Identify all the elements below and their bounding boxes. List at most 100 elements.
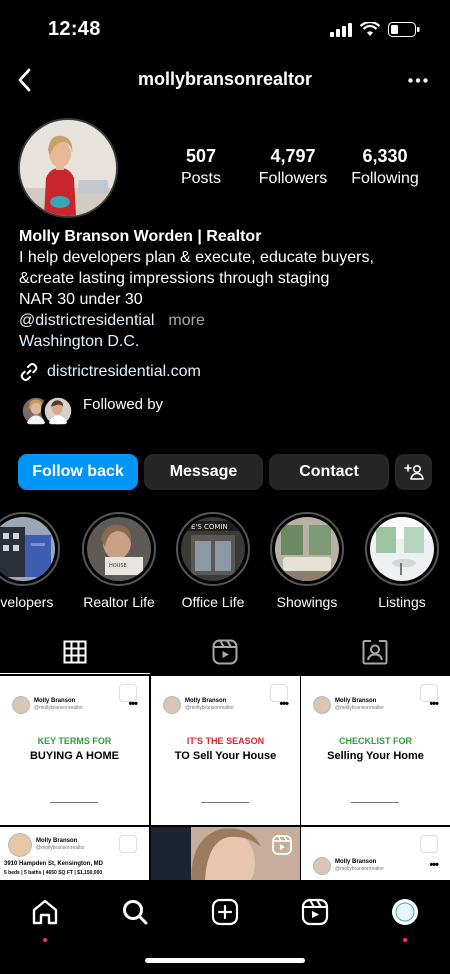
post-author: Molly Branson @mollybransonrealtor [12, 696, 83, 714]
profile-photo [20, 120, 116, 216]
nav-home[interactable] [25, 892, 65, 942]
suggested-users-button[interactable] [395, 454, 432, 490]
post-author-name: Molly Branson [335, 698, 377, 704]
bio-line: I help developers plan & execute, educat… [19, 249, 374, 266]
post-author-avatar [12, 696, 30, 714]
status-time: 12:48 [48, 18, 101, 40]
profile-avatar[interactable] [18, 118, 118, 218]
post-author-handle: @mollybransonrealtor [36, 845, 85, 851]
followers-label: Followers [258, 170, 328, 187]
wifi-icon [360, 22, 380, 36]
follow-back-button[interactable]: Follow back [18, 454, 138, 490]
post-author-handle: @mollybransonrealtor [335, 866, 384, 872]
stat-followers[interactable]: 4,797 Followers [254, 146, 332, 188]
link-icon [20, 362, 38, 382]
notification-dot [403, 938, 407, 942]
post-kicker: CHECKLIST FOR [339, 736, 412, 746]
bio-line: NAR 30 under 30 [19, 291, 143, 308]
post-author-avatar [163, 696, 181, 714]
more-options-button[interactable] [406, 70, 430, 90]
highlight-developers[interactable]: evelopers [0, 512, 60, 610]
multi-post-icon [420, 835, 438, 853]
followers-count: 4,797 [270, 146, 316, 166]
followed-by[interactable]: Followed by [19, 394, 163, 428]
bio-location[interactable]: Washington D.C. [19, 331, 439, 352]
profile-header: mollybransonrealtor [0, 60, 450, 100]
post-divider [201, 802, 249, 803]
post-author-name: Molly Branson [34, 698, 76, 704]
grid-post-reel[interactable] [151, 827, 300, 881]
post-author: Molly Branson @mollybransonrealtor [313, 696, 384, 714]
follower-avatar [41, 394, 75, 428]
highlight-label: Realtor Life [83, 594, 155, 610]
nav-profile[interactable] [385, 892, 425, 942]
tagged-person-icon [362, 640, 388, 665]
reels-icon [272, 835, 292, 855]
signal-icon [330, 22, 352, 37]
search-icon [123, 900, 148, 925]
post-author-name: Molly Branson [335, 859, 377, 865]
grid-post[interactable]: Molly Branson @mollybransonrealtor ••• IT… [151, 676, 300, 825]
following-count: 6,330 [362, 146, 408, 166]
status-icons [330, 22, 420, 37]
grid-post[interactable]: Molly Branson @mollybransonrealtor ••• [301, 827, 450, 881]
grid-post[interactable]: Molly Branson @mollybransonrealtor ••• KE… [0, 676, 149, 825]
contact-button[interactable]: Contact [269, 454, 389, 490]
highlight-cover: E'S COMIN [181, 517, 245, 581]
tab-reels[interactable] [150, 630, 300, 674]
post-ellipsis-icon: ••• [128, 698, 138, 710]
posts-label: Posts [180, 170, 221, 187]
bio-mention-link[interactable]: @districtresidential [19, 312, 154, 329]
highlight-label: Listings [378, 594, 426, 610]
highlight-listings[interactable]: Listings [365, 512, 439, 610]
bio-more-button[interactable]: more [168, 312, 204, 329]
battery-icon [388, 22, 420, 37]
active-tab-indicator [0, 673, 150, 674]
post-ellipsis-icon: ••• [429, 698, 439, 710]
posts-count: 507 [185, 146, 217, 166]
highlight-realtor-life[interactable]: HOUSE Realtor Life [82, 512, 156, 610]
post-author-avatar [313, 857, 331, 875]
highlight-cover: HOUSE [87, 517, 151, 581]
post-title: BUYING A HOME [29, 750, 120, 762]
post-author-handle: @mollybransonrealtor [34, 705, 83, 711]
following-label: Following [351, 170, 419, 187]
highlight-showings[interactable]: Showings [270, 512, 344, 610]
post-author: Molly Branson @mollybransonrealtor [163, 696, 234, 714]
multi-post-icon [119, 835, 137, 853]
profile-display-name: Molly Branson Worden | Realtor [19, 228, 262, 245]
bio-line: &create lasting impressions through stag… [19, 270, 330, 287]
post-ellipsis-icon: ••• [429, 859, 439, 871]
website-link[interactable]: districtresidential.com [19, 362, 201, 382]
post-divider [351, 802, 399, 803]
reels-icon [301, 898, 329, 926]
nav-create[interactable] [205, 892, 245, 932]
highlight-label: Showings [276, 594, 338, 610]
highlight-office-life[interactable]: E'S COMIN Office Life [176, 512, 250, 610]
post-author-name: Molly Branson [185, 698, 227, 704]
message-button[interactable]: Message [144, 454, 263, 490]
nav-reels[interactable] [295, 892, 335, 932]
stat-posts[interactable]: 507 Posts [168, 146, 234, 188]
post-author: Molly Branson @mollybransonrealtor [8, 833, 85, 857]
profile-username: mollybransonrealtor [137, 69, 313, 89]
grid-post[interactable]: Molly Branson @mollybransonrealtor ••• CH… [301, 676, 450, 825]
nav-search[interactable] [115, 892, 155, 932]
post-divider [50, 802, 98, 803]
svg-text:E'S COMIN: E'S COMIN [191, 523, 228, 531]
stat-following[interactable]: 6,330 Following [346, 146, 424, 188]
grid-icon [63, 640, 87, 664]
post-author: Molly Branson @mollybransonrealtor [313, 857, 384, 875]
tab-posts-grid[interactable] [0, 630, 150, 674]
post-ellipsis-icon: ••• [279, 698, 289, 710]
grid-post[interactable]: Molly Branson @mollybransonrealtor 3910 H… [0, 827, 149, 881]
tab-tagged[interactable] [300, 630, 450, 674]
post-author-avatar [8, 833, 32, 857]
add-person-icon [403, 464, 424, 480]
highlight-label: evelopers [0, 594, 54, 610]
profile-tabs [0, 630, 450, 674]
profile-avatar-icon [392, 899, 418, 925]
plus-square-icon [211, 898, 239, 926]
home-indicator [145, 958, 305, 963]
highlight-cover [275, 517, 339, 581]
